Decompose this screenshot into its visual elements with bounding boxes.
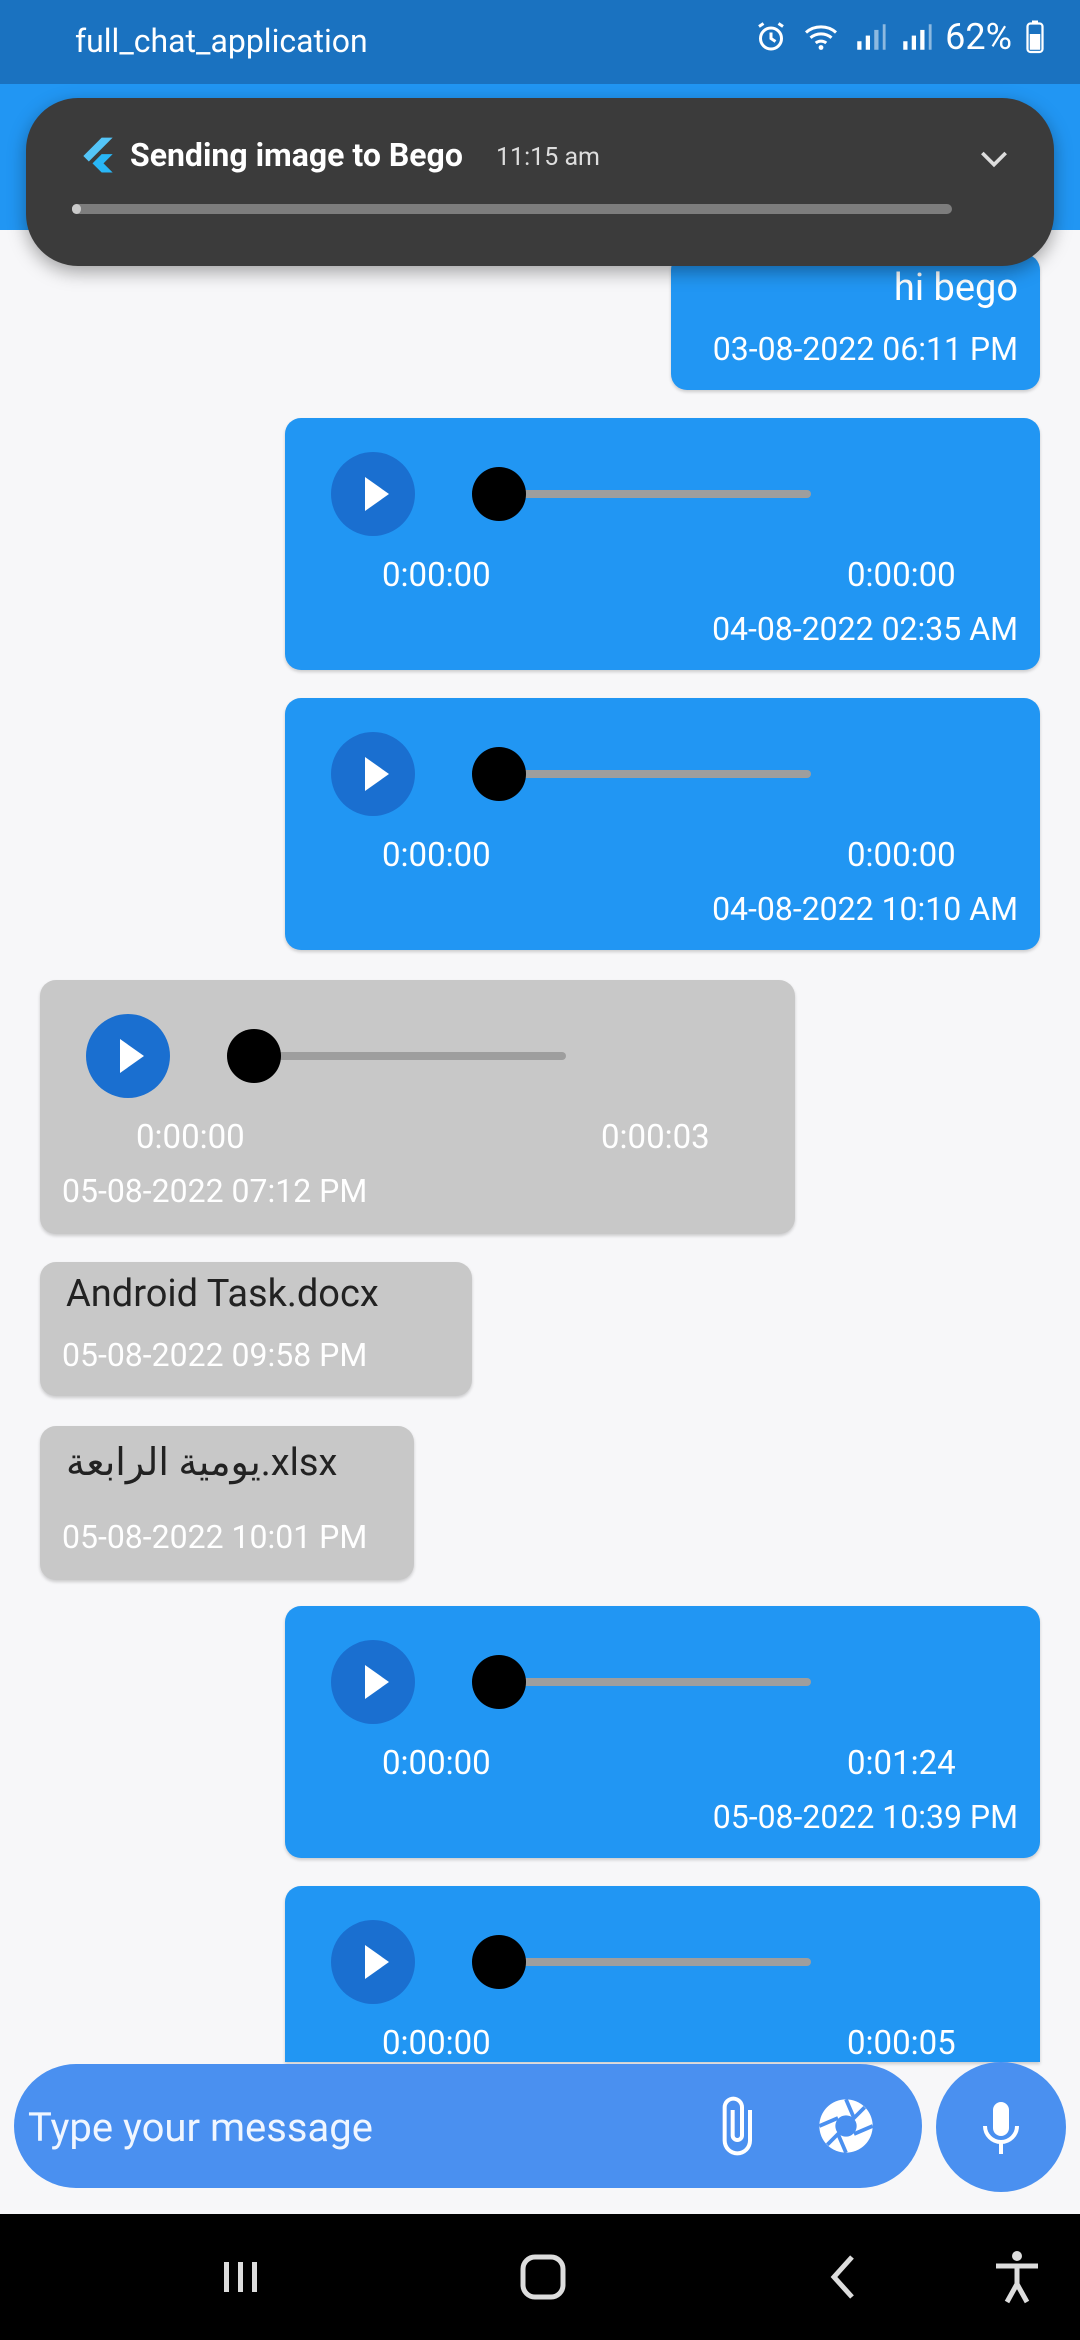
audio-seek-thumb[interactable] xyxy=(472,1655,526,1709)
message-bubble-file[interactable]: يومية الرابعة.xlsx 05-08-2022 10:01 PM xyxy=(40,1426,414,1580)
message-timestamp: 05-08-2022 09:58 PM xyxy=(62,1336,368,1374)
audio-duration: 0:01:24 xyxy=(847,1744,956,1783)
play-icon xyxy=(365,1945,389,1979)
alarm-icon xyxy=(758,22,784,51)
message-bubble-text[interactable]: hi bego 03-08-2022 06:11 PM xyxy=(671,254,1040,390)
play-button[interactable] xyxy=(331,1920,415,2004)
audio-position: 0:00:00 xyxy=(382,2024,491,2063)
status-icons: 62% xyxy=(753,16,1046,58)
audio-seek-track[interactable] xyxy=(254,1052,566,1060)
audio-duration: 0:00:00 xyxy=(847,556,956,595)
audio-seek-thumb[interactable] xyxy=(472,1935,526,1989)
play-icon xyxy=(365,1665,389,1699)
attach-icon[interactable] xyxy=(704,2094,768,2158)
audio-seek-track[interactable] xyxy=(499,1678,811,1686)
camera-icon[interactable] xyxy=(814,2094,878,2158)
audio-duration: 0:00:00 xyxy=(847,836,956,875)
battery-icon xyxy=(1026,20,1044,54)
file-name: يومية الرابعة.xlsx xyxy=(66,1441,338,1485)
back-icon[interactable] xyxy=(810,2242,880,2312)
audio-position: 0:00:00 xyxy=(136,1118,245,1157)
recent-apps-icon[interactable] xyxy=(206,2242,276,2312)
message-timestamp: 05-08-2022 10:01 PM xyxy=(62,1518,368,1556)
battery-percent: 62% xyxy=(945,16,1012,58)
play-button[interactable] xyxy=(86,1014,170,1098)
wifi-icon xyxy=(805,25,838,50)
flutter-icon xyxy=(83,137,113,173)
audio-position: 0:00:00 xyxy=(382,556,491,595)
notification-title: Sending image to Bego xyxy=(130,136,463,174)
notification-time: 11:15 am xyxy=(496,143,600,172)
signal-icon-2 xyxy=(903,24,932,50)
play-icon xyxy=(120,1039,144,1073)
message-bubble-audio: 0:00:00 0:00:03 05-08-2022 07:12 PM xyxy=(40,980,795,1234)
audio-position: 0:00:00 xyxy=(382,1744,491,1783)
status-bar: full_chat_application 62% xyxy=(0,0,1080,84)
message-bubble-file[interactable]: Android Task.docx 05-08-2022 09:58 PM xyxy=(40,1262,472,1396)
audio-seek-thumb[interactable] xyxy=(472,747,526,801)
message-timestamp: 05-08-2022 07:12 PM xyxy=(62,1172,368,1210)
upload-notification[interactable]: Sending image to Bego 11:15 am xyxy=(26,98,1054,266)
status-app-name: full_chat_application xyxy=(75,22,368,60)
message-timestamp: 04-08-2022 02:35 AM xyxy=(712,610,1018,648)
audio-position: 0:00:00 xyxy=(382,836,491,875)
message-bubble-audio: 0:00:00 0:00:00 04-08-2022 10:10 AM xyxy=(285,698,1040,950)
play-button[interactable] xyxy=(331,732,415,816)
message-timestamp: 05-08-2022 10:39 PM xyxy=(712,1798,1018,1836)
upload-progress-fill xyxy=(72,204,81,214)
play-icon xyxy=(365,757,389,791)
upload-progress-bar xyxy=(72,204,952,214)
message-bubble-audio: 0:00:00 0:00:00 04-08-2022 02:35 AM xyxy=(285,418,1040,670)
play-button[interactable] xyxy=(331,452,415,536)
audio-duration: 0:00:03 xyxy=(601,1118,710,1157)
audio-seek-thumb[interactable] xyxy=(472,467,526,521)
signal-icon-1 xyxy=(857,24,886,50)
mic-icon xyxy=(983,2102,1019,2154)
home-icon[interactable] xyxy=(508,2242,578,2312)
audio-seek-thumb[interactable] xyxy=(227,1029,281,1083)
audio-seek-track[interactable] xyxy=(499,1958,811,1966)
message-bubble-audio: 0:00:00 0:01:24 05-08-2022 10:39 PM xyxy=(285,1606,1040,1858)
mic-button[interactable] xyxy=(936,2062,1066,2192)
play-button[interactable] xyxy=(331,1640,415,1724)
file-name: Android Task.docx xyxy=(66,1272,379,1316)
play-icon xyxy=(365,477,389,511)
audio-duration: 0:00:05 xyxy=(847,2024,956,2063)
system-nav-bar xyxy=(0,2214,1080,2340)
audio-seek-track[interactable] xyxy=(499,770,811,778)
message-timestamp: 04-08-2022 10:10 AM xyxy=(712,890,1018,928)
message-input[interactable] xyxy=(26,2090,670,2164)
audio-seek-track[interactable] xyxy=(499,490,811,498)
message-text: hi bego xyxy=(893,266,1018,310)
accessibility-icon[interactable] xyxy=(982,2242,1052,2312)
message-bubble-audio: 0:00:00 0:00:05 xyxy=(285,1886,1040,2063)
message-timestamp: 03-08-2022 06:11 PM xyxy=(712,330,1018,368)
message-input-bar xyxy=(14,2064,922,2188)
chevron-down-icon[interactable] xyxy=(974,138,1014,178)
